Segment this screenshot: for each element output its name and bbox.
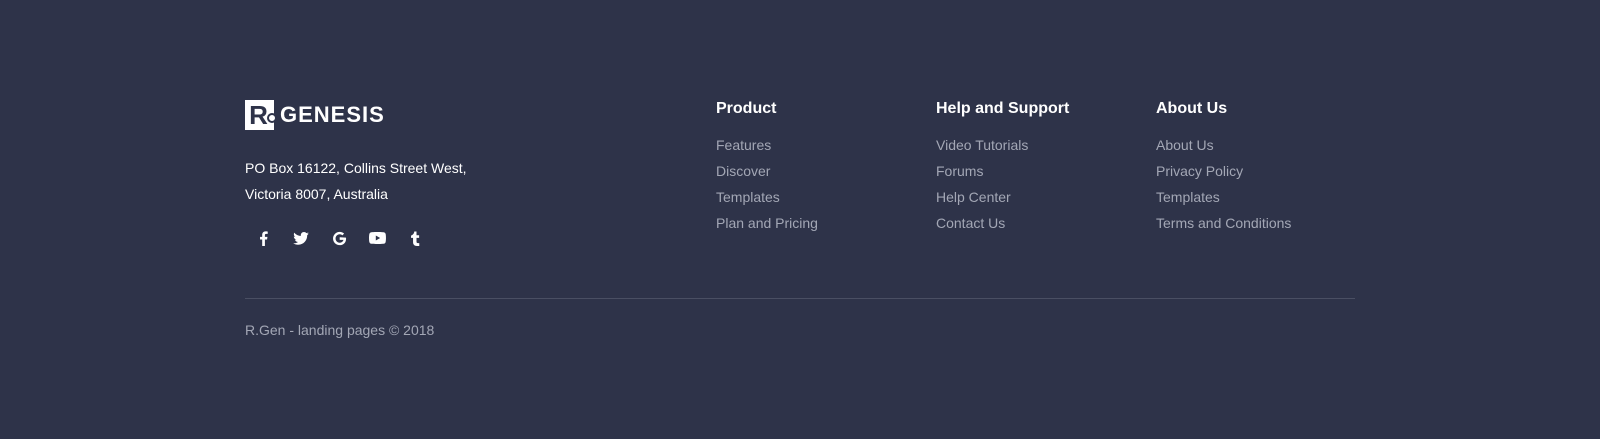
column-title-product: Product: [716, 100, 777, 117]
facebook-icon[interactable]: [252, 227, 274, 249]
footer-link-terms-and-conditions[interactable]: Terms and Conditions: [1156, 215, 1291, 231]
footer-link-forums[interactable]: Forums: [936, 163, 983, 179]
footer-link-templates-about[interactable]: Templates: [1156, 189, 1220, 205]
copyright-text: R.Gen - landing pages © 2018: [245, 322, 435, 338]
logo-letter: R: [249, 99, 268, 130]
footer-link-plan-and-pricing[interactable]: Plan and Pricing: [716, 215, 818, 231]
link-list: Features Discover Templates Plan and Pri…: [716, 132, 818, 236]
footer-link-about-us[interactable]: About Us: [1156, 137, 1214, 153]
column-title-about: About Us: [1156, 100, 1228, 117]
youtube-icon[interactable]: [366, 227, 388, 249]
tumblr-icon[interactable]: [404, 227, 426, 249]
address-line: PO Box 16122, Collins Street West,: [245, 160, 467, 176]
social-links: [252, 227, 565, 249]
footer-link-contact-us[interactable]: Contact Us: [936, 215, 1005, 231]
footer-link-video-tutorials[interactable]: Video Tutorials: [936, 137, 1028, 153]
footer-link-features[interactable]: Features: [716, 137, 771, 153]
footer-column-about: About Us About Us Privacy Policy Templat…: [1156, 98, 1291, 236]
footer-link-privacy-policy[interactable]: Privacy Policy: [1156, 163, 1243, 179]
logo-dot: [267, 112, 277, 123]
address: PO Box 16122, Collins Street West, Victo…: [245, 155, 505, 207]
logo[interactable]: R GENESIS: [245, 99, 565, 130]
footer-link-discover[interactable]: Discover: [716, 163, 770, 179]
footer-column-help: Help and Support Video Tutorials Forums …: [936, 98, 1069, 236]
site-footer: R GENESIS PO Box 16122, Collins Street W…: [0, 0, 1600, 439]
link-list: Video Tutorials Forums Help Center Conta…: [936, 132, 1069, 236]
twitter-icon[interactable]: [290, 227, 312, 249]
footer-divider: [245, 298, 1355, 299]
logo-text: GENESIS: [280, 102, 385, 127]
brand-block: R GENESIS PO Box 16122, Collins Street W…: [245, 99, 565, 249]
footer-link-templates[interactable]: Templates: [716, 189, 780, 205]
google-icon[interactable]: [328, 227, 350, 249]
link-list: About Us Privacy Policy Templates Terms …: [1156, 132, 1291, 236]
footer-link-help-center[interactable]: Help Center: [936, 189, 1011, 205]
logo-mark: R: [245, 99, 277, 130]
footer-column-product: Product Features Discover Templates Plan…: [716, 98, 818, 236]
column-title-help: Help and Support: [936, 100, 1070, 117]
address-line: Victoria 8007, Australia: [245, 186, 388, 202]
